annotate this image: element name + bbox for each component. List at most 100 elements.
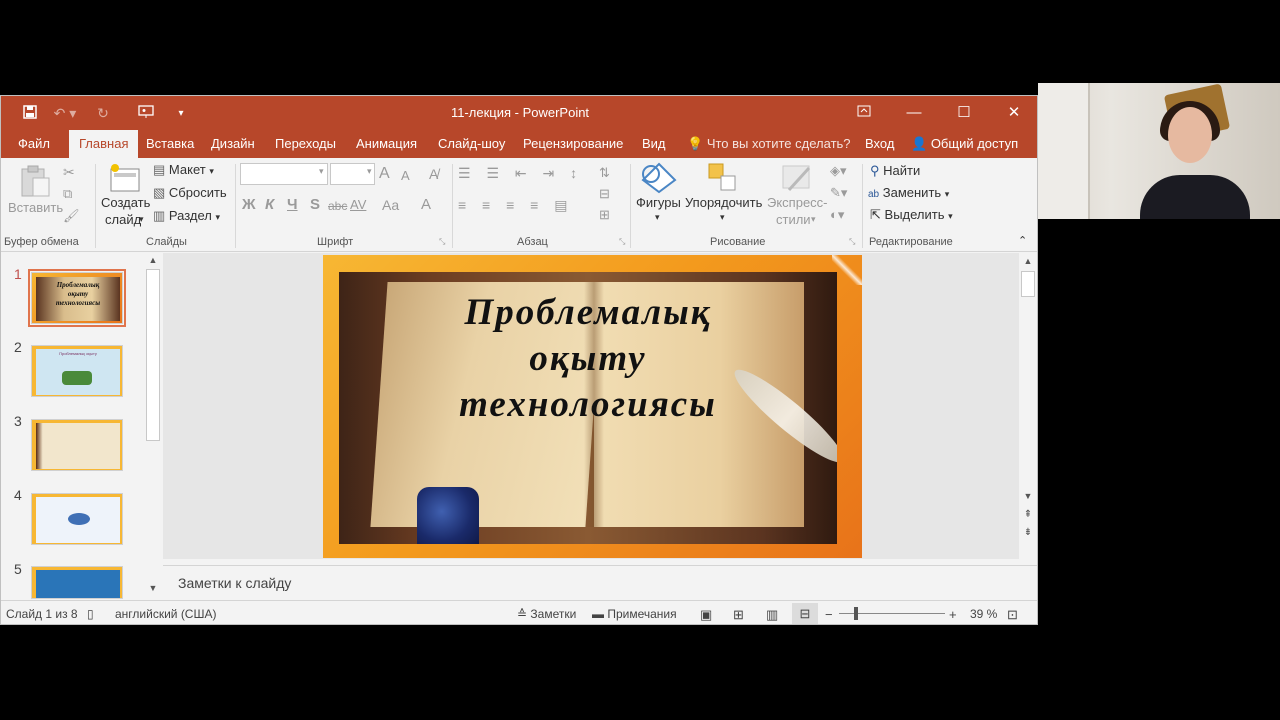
fit-to-window-icon[interactable]: ⊡ <box>1007 607 1018 623</box>
new-slide-label1[interactable]: Создать <box>101 195 150 210</box>
grow-font-icon[interactable]: A <box>379 165 390 183</box>
tab-view[interactable]: Вид <box>632 130 676 158</box>
close-icon[interactable]: ✕ <box>989 96 1037 130</box>
layout-button[interactable]: ▤ Макет ▾ <box>153 162 214 178</box>
tab-insert[interactable]: Вставка <box>136 130 204 158</box>
reading-view-icon[interactable]: ▥ <box>766 607 778 623</box>
thumbnail-slide-5[interactable] <box>31 566 123 599</box>
cut-icon[interactable]: ✂ <box>63 164 75 181</box>
select-button[interactable]: ⇱ Выделить ▾ <box>870 207 953 223</box>
normal-view-icon[interactable]: ▣ <box>700 607 712 623</box>
scroll-down-icon[interactable]: ▼ <box>145 583 161 593</box>
shape-format-icons[interactable]: ◈▾ ✎▾ ◐▾ <box>830 160 847 226</box>
zoom-out-icon[interactable]: − <box>825 607 833 622</box>
text-direction-icons[interactable]: ⇅ ⊟ ⊞ <box>599 162 610 225</box>
spellcheck-icon[interactable]: ▯ <box>87 607 94 621</box>
dialog-launcher-icon[interactable]: ⤡ <box>849 237 855 247</box>
scroll-thumb[interactable] <box>1021 271 1035 297</box>
thumbnail-slide-2[interactable]: Проблемалық оқыту <box>31 345 123 397</box>
tab-review[interactable]: Рецензирование <box>513 130 633 158</box>
replace-button[interactable]: ab Заменить ▾ <box>868 185 949 200</box>
char-spacing-button[interactable]: AV <box>350 197 366 212</box>
strikethrough-button[interactable]: abc <box>328 199 347 213</box>
quick-styles-label1[interactable]: Экспресс- <box>767 195 828 210</box>
tab-transitions[interactable]: Переходы <box>265 130 346 158</box>
paste-icon[interactable] <box>19 164 51 203</box>
shapes-icon[interactable] <box>641 162 677 199</box>
scroll-thumb[interactable] <box>146 269 160 441</box>
thumbnail-caption: Проблемалық оқыту <box>59 351 97 356</box>
scroll-up-icon[interactable]: ▲ <box>1020 256 1036 266</box>
clear-format-icon[interactable]: A̸ <box>429 166 438 182</box>
share-button[interactable]: 👤 Общий доступ <box>901 130 1028 158</box>
chevron-down-icon[interactable]: ▾ <box>367 166 372 177</box>
sign-in-link[interactable]: Вход <box>855 130 904 158</box>
shadow-button[interactable]: S <box>310 196 320 213</box>
chevron-down-icon[interactable]: ▾ <box>319 166 324 177</box>
maximize-icon[interactable]: ☐ <box>939 96 989 130</box>
slideshow-view-icon[interactable]: ⊟ <box>792 603 818 624</box>
copy-icon[interactable]: ⧉ <box>63 186 72 202</box>
quick-styles-label2[interactable]: стили <box>776 212 811 227</box>
change-case-button[interactable]: Aa <box>382 197 399 213</box>
previous-slide-icon[interactable]: ⇞ <box>1020 509 1036 520</box>
format-painter-icon[interactable]: 🖌 <box>63 208 80 224</box>
align-buttons[interactable]: ≡ ≡ ≡ ≡ ▤ <box>458 197 573 214</box>
new-slide-label2[interactable]: слайд <box>105 212 141 227</box>
thumbnail-slide-4[interactable] <box>31 493 123 545</box>
tab-design[interactable]: Дизайн <box>201 130 265 158</box>
italic-button[interactable]: К <box>265 196 274 213</box>
next-slide-icon[interactable]: ⇟ <box>1020 527 1036 538</box>
font-family-select[interactable] <box>240 163 328 185</box>
notes-pane[interactable]: Заметки к слайду <box>163 565 1037 601</box>
thumbnail-scrollbar[interactable]: ▲ ▼ <box>145 253 162 599</box>
tell-me-search[interactable]: 💡 Что вы хотите сделать? <box>677 130 861 158</box>
divider <box>95 164 96 248</box>
tab-home[interactable]: Главная <box>69 130 139 158</box>
thumbnail-slide-3[interactable] <box>31 419 123 471</box>
notes-toggle[interactable]: ≙ Заметки <box>517 607 576 621</box>
thumbnail-slide-1[interactable]: Проблемалық оқыту технологиясы <box>28 269 126 327</box>
reset-button[interactable]: ▧ Сбросить <box>153 185 227 201</box>
slide-sorter-icon[interactable]: ⊞ <box>733 607 744 623</box>
minimize-icon[interactable]: — <box>889 96 939 130</box>
scroll-down-icon[interactable]: ▼ <box>1020 491 1036 501</box>
current-slide[interactable]: Проблемалық оқыту технологиясы <box>323 255 862 558</box>
find-button[interactable]: ⚲ Найти <box>870 163 920 179</box>
arrange-icon[interactable] <box>707 162 739 199</box>
section-label: Раздел <box>168 208 212 223</box>
bold-button[interactable]: Ж <box>242 196 256 213</box>
ribbon-display-icon[interactable] <box>839 96 889 130</box>
editor-scrollbar[interactable]: ▲ ▼ ⇞ ⇟ <box>1019 253 1037 559</box>
tab-file[interactable]: Файл <box>8 130 60 158</box>
zoom-slider-thumb[interactable] <box>854 607 858 620</box>
chevron-down-icon[interactable]: ▾ <box>139 214 144 225</box>
new-slide-icon[interactable] <box>109 163 141 198</box>
zoom-level[interactable]: 39 % <box>970 607 997 621</box>
underline-button[interactable]: Ч <box>287 196 298 213</box>
tab-animations[interactable]: Анимация <box>346 130 427 158</box>
section-button[interactable]: ▥ Раздел ▾ <box>153 208 220 224</box>
quick-styles-icon[interactable] <box>781 162 813 199</box>
list-buttons[interactable]: ☰ ☰ ⇤ ⇥ ↕ <box>458 165 583 182</box>
chevron-down-icon[interactable]: ▾ <box>655 212 660 223</box>
tab-slideshow[interactable]: Слайд-шоу <box>428 130 515 158</box>
scroll-up-icon[interactable]: ▲ <box>145 255 161 265</box>
chevron-down-icon[interactable]: ▾ <box>811 214 816 225</box>
dialog-launcher-icon[interactable]: ⤡ <box>439 237 445 247</box>
chevron-down-icon[interactable]: ▾ <box>720 212 725 223</box>
language-indicator[interactable]: английский (США) <box>115 607 216 621</box>
comment-icon: ▬ <box>592 607 604 621</box>
shrink-font-icon[interactable]: A <box>401 168 410 183</box>
reset-label: Сбросить <box>168 185 227 200</box>
collapse-ribbon-icon[interactable]: ⌃ <box>1018 234 1027 247</box>
font-color-button[interactable]: A <box>421 196 431 213</box>
comments-toggle[interactable]: ▬ Примечания <box>592 607 677 621</box>
shapes-label[interactable]: Фигуры <box>636 195 681 210</box>
slide-title[interactable]: Проблемалық оқыту технологиясы <box>339 290 837 428</box>
zoom-in-icon[interactable]: + <box>949 607 957 622</box>
arrange-label[interactable]: Упорядочить <box>685 195 762 210</box>
dialog-launcher-icon[interactable]: ⤡ <box>619 237 625 247</box>
section-icon: ▥ <box>153 208 166 223</box>
thumbnail-number: 2 <box>14 339 22 355</box>
